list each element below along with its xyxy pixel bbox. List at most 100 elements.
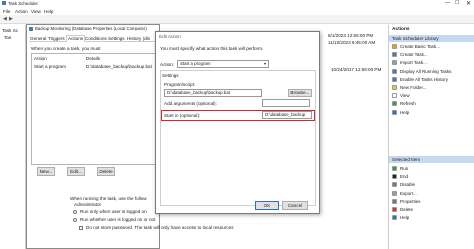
option-no-password: Do not store password. The task will onl… — [86, 225, 234, 230]
menu-file[interactable]: File — [3, 9, 10, 14]
import-icon — [392, 60, 397, 66]
tab-general[interactable]: General — [30, 36, 46, 41]
actions-table: Action Details Start a program D:\databa… — [31, 53, 156, 165]
chevron-down-icon: ▾ — [263, 61, 266, 66]
action-item-label: New Folder... — [400, 85, 427, 90]
forward-icon[interactable]: ▶ — [9, 17, 13, 22]
program-input-value: D:\database_backup\backup.bat — [167, 90, 230, 95]
radio-logged-on[interactable] — [73, 210, 77, 214]
selected-section-title: Selected Item — [392, 157, 421, 162]
browse-button[interactable]: Browse... — [288, 89, 312, 97]
library-section-title: Task Scheduler Library — [392, 36, 439, 41]
help-icon — [392, 109, 397, 115]
minimize-icon[interactable]: — — [445, 1, 450, 6]
edit-action-title: Edit Action — [159, 34, 181, 39]
action-item-label: Help — [400, 215, 410, 221]
action-item-label: Run — [400, 166, 409, 171]
action-select-value: Start a program — [180, 61, 211, 66]
action-item-label: Help — [400, 109, 410, 115]
action-item-label: Delete — [400, 207, 414, 212]
tree-item-task-scheduler[interactable]: Task Sc — [2, 28, 18, 33]
action-item-label: Import Task... — [400, 60, 427, 66]
program-label: Program/script: — [164, 82, 196, 87]
app-title: Task Scheduler — [8, 1, 39, 6]
properties-icon — [29, 27, 33, 31]
left-tree-pane: Task Sc Tas — [0, 25, 26, 249]
refresh-icon — [392, 101, 397, 107]
app-icon — [2, 1, 6, 5]
end-icon — [392, 174, 397, 180]
menu-bar: File Action View Help — [0, 7, 474, 15]
arguments-label: Add arguments (optional): — [164, 101, 217, 106]
edit-action-button[interactable]: Edit... — [67, 167, 85, 176]
tree-item-label: Tas — [4, 35, 12, 40]
action-item-label: Create Basic Task... — [400, 44, 440, 49]
menu-view[interactable]: View — [31, 9, 41, 14]
tab-history[interactable]: History (dis — [127, 36, 150, 41]
properties-title-bar: Backup Monitoring (Database Properties (… — [27, 25, 159, 33]
help-icon — [392, 215, 397, 221]
tab-settings[interactable]: Settings — [108, 36, 125, 41]
properties-intro: When you create a task, you must — [31, 46, 101, 51]
run-icon — [392, 166, 397, 171]
action-item-label: Properties — [400, 198, 421, 204]
start-in-highlight — [161, 110, 315, 121]
delete-action-button[interactable]: Delete — [97, 167, 115, 176]
delete-icon — [392, 207, 397, 212]
checkbox-no-password[interactable] — [79, 226, 83, 230]
disable-icon — [392, 182, 397, 188]
edit-action-intro: You must specify what action this task w… — [160, 46, 264, 51]
tree-item-library[interactable]: Tas — [4, 35, 11, 40]
row-details: D:\database_backup\backup.bat — [86, 64, 152, 69]
running-icon — [392, 68, 397, 74]
edit-action-dialog: Edit Action You must specify what action… — [155, 31, 320, 214]
tab-conditions[interactable]: Conditions — [85, 36, 107, 41]
action-label: Action: — [160, 62, 175, 67]
action-item-label: Display All Running Tasks — [400, 68, 452, 74]
selected-section-header[interactable]: Selected Item — [389, 156, 474, 163]
close-icon[interactable]: ✕ — [466, 1, 471, 7]
view-icon — [392, 93, 397, 99]
properties-dialog: Backup Monitoring (Database Properties (… — [26, 24, 160, 249]
cancel-button[interactable]: Cancel — [282, 201, 308, 210]
folder-icon — [392, 85, 397, 90]
app-title-bar: Task Scheduler — [0, 0, 474, 7]
back-icon[interactable]: ◀ — [3, 17, 7, 22]
history-icon — [392, 76, 397, 82]
column-header-action[interactable]: Action — [34, 56, 47, 61]
column-header-details[interactable]: Details — [86, 56, 100, 61]
list-date: 6/1/2023 12:56:00 PM — [328, 33, 374, 38]
action-item-label: View — [400, 93, 410, 99]
program-input[interactable]: D:\database_backup\backup.bat — [164, 89, 262, 97]
action-item-label: Disable — [400, 182, 416, 188]
properties-icon — [392, 198, 397, 204]
ok-button[interactable]: OK — [255, 201, 279, 210]
action-item-label: End — [400, 174, 409, 180]
new-action-button[interactable]: New... — [37, 167, 55, 176]
radio-whether-logged[interactable] — [73, 218, 77, 222]
run-account: Administrator — [74, 202, 102, 207]
library-section-header[interactable]: Task Scheduler Library — [389, 35, 474, 42]
action-item-label: Refresh — [400, 101, 416, 107]
tab-actions[interactable]: Actions — [66, 35, 86, 42]
tab-triggers[interactable]: Triggers — [48, 36, 65, 41]
actions-pane-title: Actions — [392, 27, 410, 32]
list-date: 11/10/2023 9:45:00 AM — [328, 40, 376, 45]
menu-action[interactable]: Action — [15, 9, 28, 14]
action-item-label: Export... — [400, 190, 417, 196]
action-item-label: Create Task... — [400, 52, 428, 58]
properties-title: Backup Monitoring (Database Properties (… — [35, 26, 147, 31]
menu-help[interactable]: Help — [44, 9, 53, 14]
task-icon — [392, 52, 397, 58]
settings-label: Settings — [162, 73, 179, 78]
action-select[interactable]: Start a program ▾ — [177, 60, 269, 68]
maximize-icon[interactable]: ☐ — [455, 1, 459, 6]
wand-icon — [392, 44, 397, 49]
security-heading: When running the task, use the follow — [70, 196, 147, 201]
list-date: 10/24/2017 12:56:00 PM — [331, 67, 382, 72]
option-whether-logged: Run whether user is logged on or not — [80, 217, 156, 222]
table-row[interactable]: Start a program D:\database_backup\backu… — [32, 63, 155, 70]
row-action: Start a program — [34, 64, 66, 69]
tree-item-label: Task Sc — [2, 28, 19, 33]
arguments-input[interactable] — [262, 99, 310, 107]
